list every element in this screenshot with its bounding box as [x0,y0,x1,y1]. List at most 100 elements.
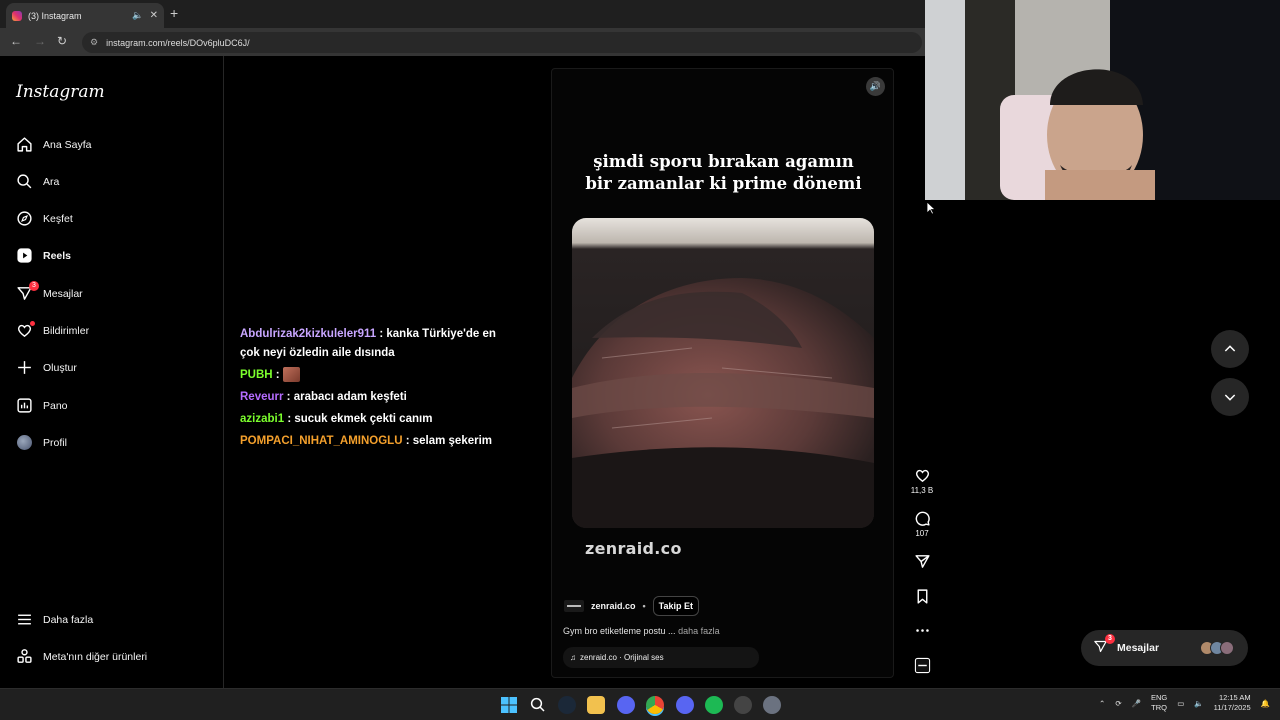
reload-icon[interactable]: ↻ [57,34,67,48]
heart-icon [16,321,35,339]
browser-tab[interactable]: (3) Instagram 🔈 ✕ [6,3,164,28]
comment-button[interactable]: 107 [910,510,934,538]
next-reel-button[interactable] [1211,378,1249,416]
author-name[interactable]: zenraid.co [591,601,636,611]
sidebar-item-label: Meta'nın diğer ürünleri [43,650,148,663]
instagram-favicon-icon [12,10,22,21]
monitor-icon[interactable]: ▭ [1177,699,1184,708]
messages-floating-button[interactable]: 3 Mesajlar [1081,630,1248,666]
speaker-icon[interactable]: 🔈 [1194,699,1203,708]
save-button[interactable] [910,588,934,607]
site-info-icon[interactable]: ⚙ [90,37,98,48]
sidebar-item-label: Keşfet [43,212,73,225]
search-icon [16,173,33,190]
sidebar-item-reels[interactable]: Reels [16,247,71,264]
chat-username: Reveurr [240,391,284,403]
notification-bell-icon[interactable]: 🔔 [1261,699,1270,708]
chevron-up-icon[interactable]: ⌃ [1099,699,1105,708]
forward-icon[interactable]: → [34,34,46,48]
description-text: Gym bro etiketleme postu ... [563,626,676,636]
url-field[interactable]: ⚙ instagram.com/reels/DOv6pluDC6J/ [82,32,922,53]
like-button[interactable]: 11,3 B [910,467,934,495]
lang-line: TRQ [1151,703,1168,712]
chat-text: : arabacı adam keşfeti [286,391,407,403]
tab-audio-icon[interactable]: 🔈 [132,10,143,21]
spotify-icon[interactable] [705,696,723,714]
overlay-line: şimdi sporu bırakan agamın [593,152,854,171]
reel-author: zenraid.co • Takip Et [564,596,700,616]
app-icon[interactable] [734,696,752,714]
stream-chat-overlay: Abdulrizak2kizkuleler911 : kanka Türkiye… [240,325,510,454]
settings-gear-icon[interactable] [763,696,781,714]
plus-icon [16,359,33,376]
app-icon[interactable] [617,696,635,714]
sidebar-item-label: Reels [43,249,72,262]
chat-username: POMPACI_NIHAT_AMINOGLU [240,435,403,447]
messages-badge: 3 [29,281,39,291]
sidebar-item-profile[interactable]: Profil [16,434,67,451]
sidebar-item-explore[interactable]: Keşfet [16,210,73,227]
sidebar-item-meta[interactable]: Meta'nın diğer ürünleri [16,648,147,665]
back-icon[interactable]: ← [10,34,22,48]
chat-text: : [275,369,280,381]
chat-text: : sucuk ekmek çekti canım [287,413,433,425]
sidebar-item-create[interactable]: Oluştur [16,359,77,376]
lang-line: ENG [1150,693,1168,702]
author-avatar[interactable] [564,600,584,612]
reels-icon [16,247,33,264]
microphone-icon[interactable]: 🎤 [1132,699,1141,708]
previous-reel-button[interactable] [1211,330,1249,368]
sidebar-item-notifications[interactable]: Bildirimler [16,321,89,339]
chat-username: Abdulrizak2kizkuleler911 [240,328,377,340]
notification-dot [30,321,35,326]
discord-icon[interactable] [676,696,694,714]
sidebar-item-label: Ara [43,175,60,188]
new-tab-button[interactable]: + [170,5,178,21]
music-note-icon: ♫ [570,653,576,662]
audio-thumbnail-button[interactable] [910,657,934,676]
steam-icon[interactable] [558,696,576,714]
url-text: instagram.com/reels/DOv6pluDC6J/ [106,37,250,48]
share-button[interactable] [910,553,934,572]
audio-label: zenraid.co · Orijinal ses [580,653,664,662]
mouse-cursor-icon [926,201,937,220]
avatar [17,435,32,450]
comment-count: 107 [915,529,929,538]
chat-emote-icon [282,367,300,383]
recent-avatars [1200,641,1234,655]
sidebar-item-dashboard[interactable]: Pano [16,397,68,414]
chrome-icon[interactable] [646,696,664,714]
avatar [1220,641,1234,655]
more-link[interactable]: daha fazla [678,626,720,636]
messages-badge: 3 [1105,634,1115,644]
watermark-text: zenraid.co [585,539,682,558]
chevron-down-icon [1224,394,1236,401]
chat-message: Reveurr : arabacı adam keşfeti [240,388,510,407]
instagram-logo[interactable]: Instagram [16,82,105,102]
chat-username: PUBH [240,369,273,381]
search-icon[interactable] [529,696,547,714]
tab-close-icon[interactable]: ✕ [150,10,158,21]
sidebar-item-home[interactable]: Ana Sayfa [16,136,91,153]
clock[interactable]: 12:15 AM 11/17/2025 [1214,693,1251,713]
sidebar-item-more[interactable]: Daha fazla [16,611,93,628]
reel-video[interactable]: 🔊 şimdi sporu bırakan agamın bir zamanla… [551,68,894,678]
follow-button[interactable]: Takip Et [652,596,700,616]
volume-icon[interactable]: 🔊 [866,77,885,96]
more-options-button[interactable] [910,622,934,641]
profile-avatar-wrap [16,434,33,451]
sidebar-item-messages[interactable]: 3 Mesajlar [16,281,83,302]
system-tray: ⌃ ⟳ 🎤 ENG TRQ ▭ 🔈 12:15 AM 11/17/2025 🔔 [1099,693,1270,713]
sidebar-item-label: Daha fazla [43,613,94,626]
clock-time: 12:15 AM [1218,693,1251,702]
audio-pill[interactable]: ♫ zenraid.co · Orijinal ses [563,647,759,668]
sidebar: Instagram Ana Sayfa Ara Keşfet Reels 3 M… [0,56,224,688]
start-menu-icon[interactable] [500,696,518,714]
language-indicator[interactable]: ENG TRQ [1151,693,1167,713]
sync-icon[interactable]: ⟳ [1115,699,1121,708]
chat-message: Abdulrizak2kizkuleler911 : kanka Türkiye… [240,325,510,363]
file-explorer-icon[interactable] [587,696,605,714]
sidebar-item-search[interactable]: Ara [16,173,59,190]
heart-icon [915,469,929,483]
like-count: 11,3 B [910,486,934,495]
